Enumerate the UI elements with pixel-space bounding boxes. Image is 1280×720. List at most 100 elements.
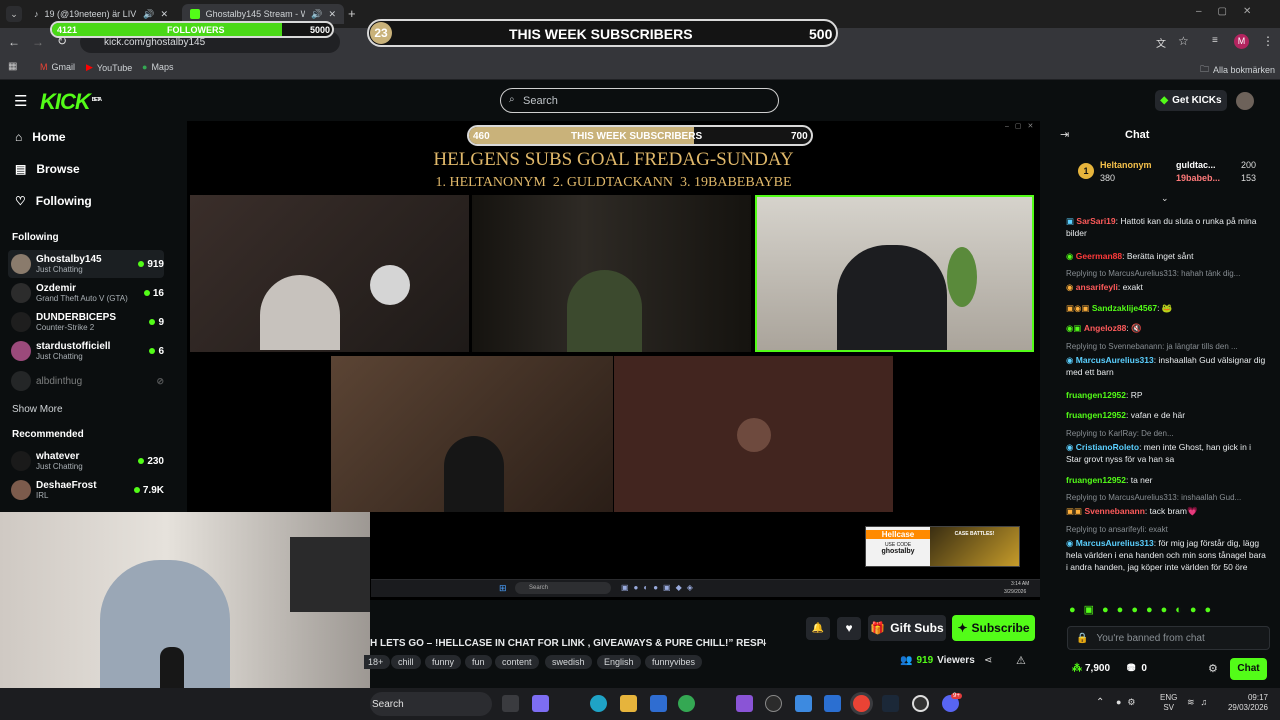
store-icon[interactable] [650,695,667,712]
github-icon[interactable] [765,695,782,712]
home-icon: ⌂ [15,130,23,144]
close-tab-icon[interactable]: ✕ [160,9,168,20]
live-dot [138,261,145,267]
webcam-feed-5 [614,356,893,512]
bookmark-star-icon[interactable]: ☆ [1178,34,1189,48]
hellcase-sponsor-banner: Hellcase USE CODE ghostalby CASE BATTLES… [865,526,1020,567]
channel-ghostalby145[interactable]: Ghostalby145 Just Chatting 919 [8,250,164,278]
subscribe-button[interactable]: ✦ Subscribe [952,615,1035,641]
badge-icons: ◉ [1066,251,1076,261]
channel-ozdemir[interactable]: Ozdemir Grand Theft Auto V (GTA) 16 [8,279,164,307]
tray-icons[interactable]: ●⚙ [1116,697,1142,708]
emote-row: ●▣●●●●●◐●● [1069,604,1220,616]
media-controls-icon[interactable]: ≡ [1212,35,1218,46]
taskbar-search[interactable]: Search [370,692,492,716]
search-icon: ⌕ [509,94,515,105]
tab-list-button[interactable]: ⌄ [6,6,22,22]
expand-title-icon[interactable]: ⌄ [760,637,768,648]
tag-fun[interactable]: fun [465,655,492,669]
tag-funnyvibes[interactable]: funnyvibes [645,655,703,669]
tray-chevron-icon[interactable]: ⌃ [1096,697,1104,708]
bookmarks-bar: ▦ M Gmail ▶ YouTube ● Maps 🗀 Alla bokmärken [0,56,1280,80]
gift-subs-button[interactable]: 🎁 Gift Subs [868,615,946,641]
language-indicator[interactable]: ENG SV [1160,693,1177,713]
tag-funny[interactable]: funny [425,655,462,669]
window-controls[interactable]: –▢✕ [1196,6,1267,17]
send-chat-button[interactable]: Chat [1230,658,1267,680]
obs-icon[interactable] [912,695,929,712]
file-explorer-icon[interactable] [620,695,637,712]
channel-dunderbiceps[interactable]: DUNDERBICEPS Counter-Strike 2 9 [8,308,164,336]
chat-message: fruangen12952: ta ner [1066,475,1153,485]
avatar [737,418,771,452]
avatar [11,254,31,274]
system-clock[interactable]: 09:17 29/03/2026 [1222,693,1268,713]
subs-goal-bar: 23 THIS WEEK SUBSCRIBERS 500 [367,19,838,47]
chat-input[interactable]: 🔒 You're banned from chat [1067,626,1270,650]
channel-deshaefrost[interactable]: DeshaeFrost IRL 7.9K [8,476,164,504]
copilot-icon[interactable] [532,695,549,712]
translate-icon[interactable]: 文 [1156,35,1166,50]
network-volume-icons[interactable]: ≋♫ [1187,697,1213,708]
user-avatar[interactable] [1236,92,1254,110]
tag-english[interactable]: English [597,655,641,669]
nav-following[interactable]: ♡ Following [15,194,92,208]
new-tab-button[interactable]: + [348,6,356,21]
close-tab-icon[interactable]: ✕ [328,9,336,20]
discord-badge: 9+ [951,693,962,699]
profile-avatar[interactable]: M [1234,34,1249,49]
expand-leaderboard-icon[interactable]: ⌄ [1161,193,1169,204]
photos-icon[interactable] [795,695,812,712]
channel-albdinthug[interactable]: albdinthug ⊘ [8,367,164,395]
stream-subs-goal-bar: 460 THIS WEEK SUBSCRIBERS 700 [467,125,813,146]
windows-start-icon: ⊞ [499,583,507,593]
live-dot [143,290,150,296]
notification-bell-button[interactable]: 🔔 [806,617,830,640]
apps-grid-icon[interactable]: ▦ [8,61,17,72]
bookmark-youtube[interactable]: ▶ YouTube [86,62,132,73]
stream-headline: HELGENS SUBS GOAL FREDAG-SUNDAY [433,149,794,170]
chrome-icon[interactable] [678,695,695,712]
search-input[interactable]: ⌕ Search [500,88,779,113]
task-view-icon[interactable] [502,695,519,712]
gmail-icon: M [40,62,48,72]
share-icon[interactable]: ⋖ [984,655,992,666]
chrome-menu-icon[interactable]: ⋮ [1262,34,1274,48]
hamburger-menu-icon[interactable]: ☰ [14,92,27,110]
steam-icon[interactable] [882,695,899,712]
player-window-controls[interactable]: –▢✕ [1005,122,1039,130]
chat-message: fruangen12952: RP [1066,390,1143,400]
nav-browse[interactable]: ▤ Browse [15,162,80,176]
get-kicks-button[interactable]: ◆ Get KICKs [1155,90,1227,111]
edge-icon[interactable] [590,695,607,712]
avatar [11,480,31,500]
tag-content[interactable]: content [495,655,539,669]
stream-inner-taskbar: ⊞ Search ▣●◐●▣◆◈ 3:14 AM 3/29/2026 [371,579,1040,597]
kick-favicon-icon [190,9,200,19]
channel-whatever[interactable]: whatever Just Chatting 230 [8,447,164,475]
follow-heart-button[interactable]: ♥ [837,617,861,640]
stream-ranking: 1. HELTANONYM 2. GULDTACKANN 3. 19BABEBA… [435,175,792,190]
chrome-active-icon[interactable] [853,695,870,712]
m365-icon[interactable] [736,695,753,712]
kick-logo[interactable]: KICK BETA [40,89,102,115]
bookmark-maps[interactable]: ● Maps [142,62,173,72]
tag-18plus[interactable]: 18+ [364,655,391,669]
badge-icons: ▣ [1066,216,1077,226]
tag-chill[interactable]: chill [391,655,421,669]
channel-stardustofficiell[interactable]: stardustofficiell Just Chatting 6 [8,337,164,365]
all-bookmarks[interactable]: 🗀 Alla bokmärken [1200,62,1275,78]
chat-settings-icon[interactable]: ⚙ [1208,662,1218,675]
forward-icon[interactable]: → [32,35,44,49]
show-more-link[interactable]: Show More [12,404,63,415]
nav-home[interactable]: ⌂ Home [15,130,66,144]
outlook-icon[interactable] [824,695,841,712]
collapse-chat-icon[interactable]: ⇥ [1060,128,1069,141]
live-dot [149,319,156,325]
tag-swedish[interactable]: swedish [545,655,592,669]
report-icon[interactable]: ⚠ [1016,654,1026,667]
avatar [11,283,31,303]
badge-icons: ◉ [1066,282,1076,292]
back-icon[interactable]: ← [8,35,20,49]
bookmark-gmail[interactable]: M Gmail [40,62,75,72]
